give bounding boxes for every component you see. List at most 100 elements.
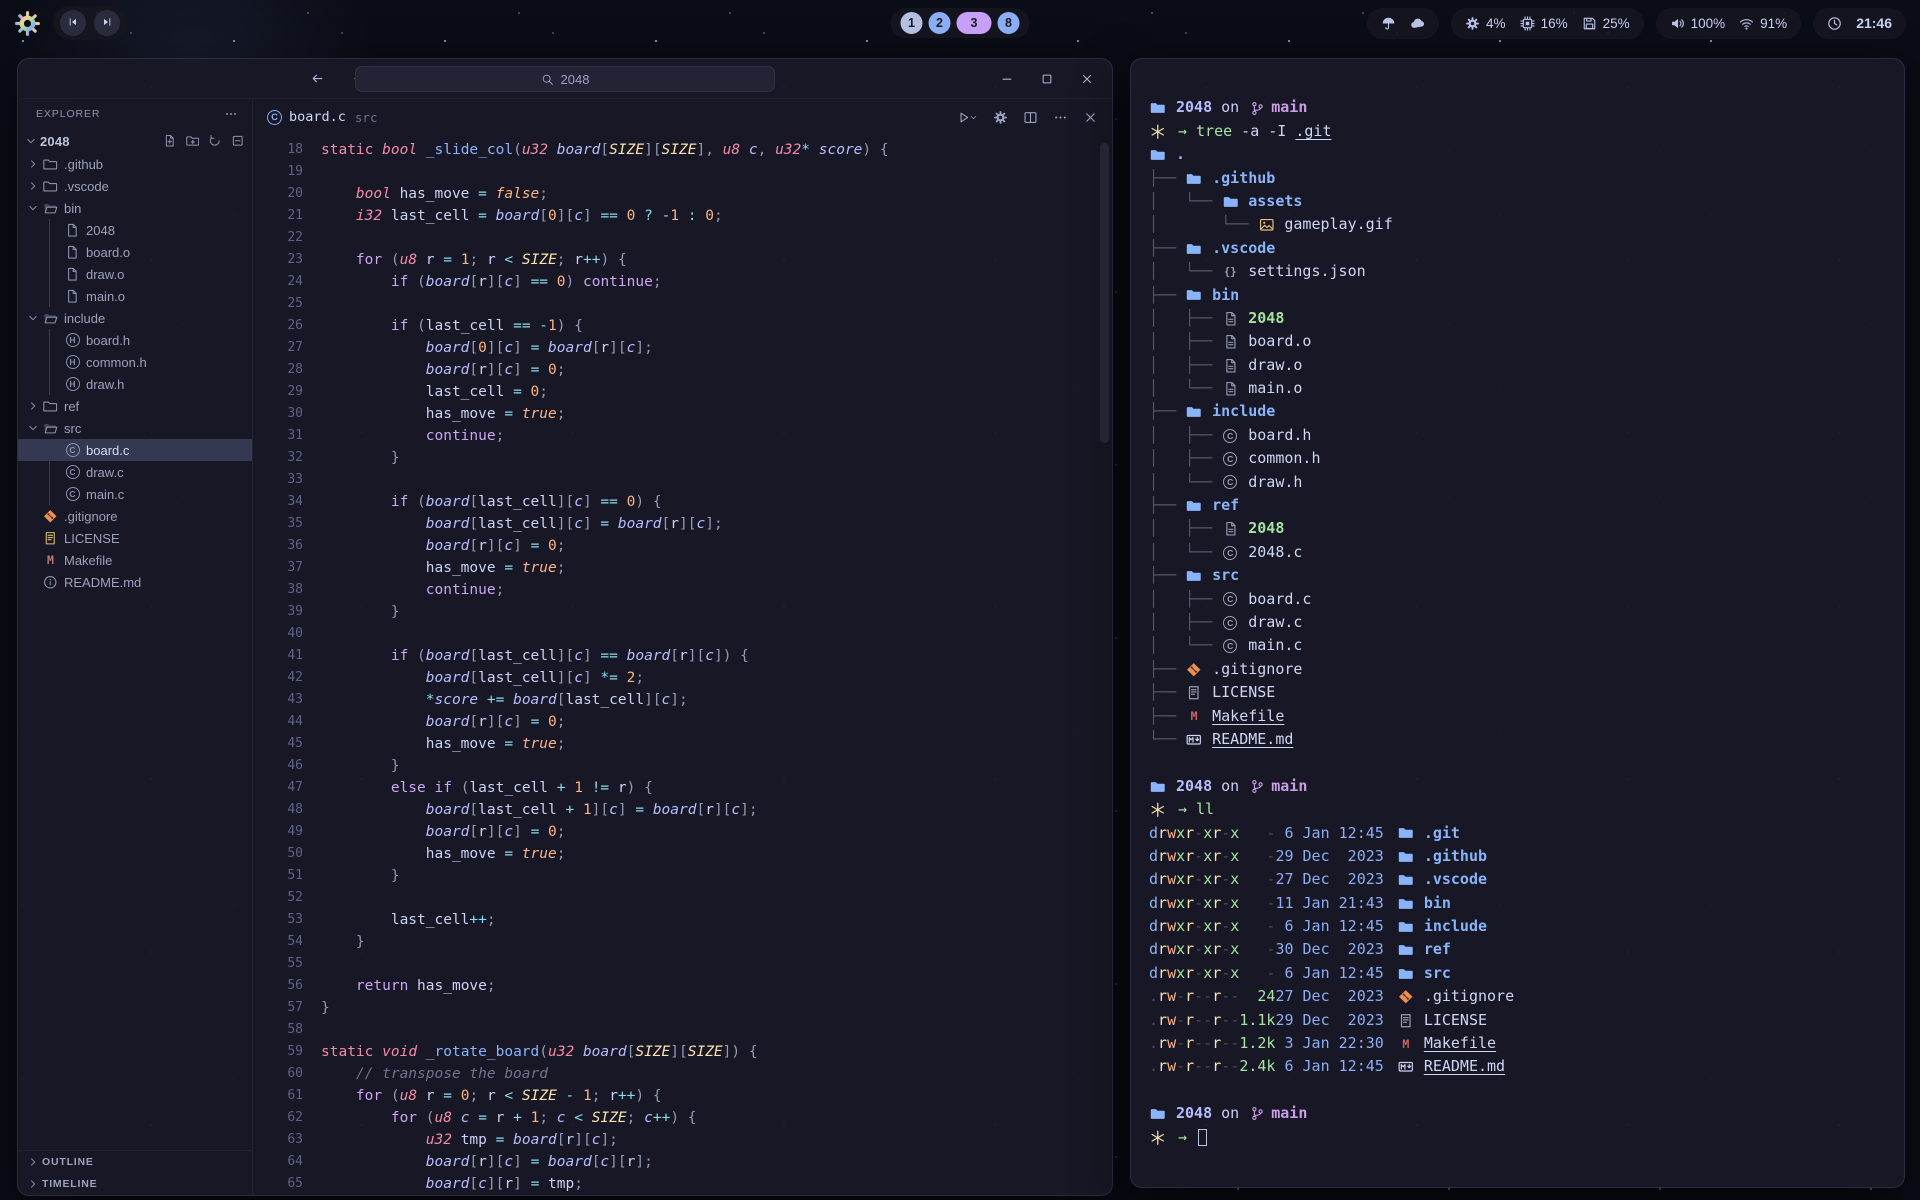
code-line[interactable]: 57} bbox=[253, 997, 1112, 1019]
sidebar-item-Makefile[interactable]: MMakefile bbox=[18, 549, 252, 571]
code-line[interactable]: 58 bbox=[253, 1019, 1112, 1041]
code-line[interactable]: 44 board[r][c] = 0; bbox=[253, 711, 1112, 733]
system-stats-widget[interactable]: 4% 16% 25% bbox=[1451, 8, 1644, 39]
code-line[interactable]: 54 } bbox=[253, 931, 1112, 953]
code-line[interactable]: 62 for (u8 c = r + 1; c < SIZE; c++) { bbox=[253, 1107, 1112, 1129]
explorer-more-icon[interactable] bbox=[224, 107, 238, 121]
workspace-8[interactable]: 8 bbox=[998, 12, 1020, 34]
timeline-section[interactable]: TIMELINE bbox=[18, 1173, 252, 1195]
sidebar-item-board.o[interactable]: board.o bbox=[18, 241, 252, 263]
code-line[interactable]: 19 bbox=[253, 161, 1112, 183]
code-line[interactable]: 52 bbox=[253, 887, 1112, 909]
code-line[interactable]: 26 if (last_cell == -1) { bbox=[253, 315, 1112, 337]
code-line[interactable]: 37 has_move = true; bbox=[253, 557, 1112, 579]
command-center-search[interactable]: 2048 bbox=[355, 66, 775, 92]
code-line[interactable]: 56 return has_move; bbox=[253, 975, 1112, 997]
media-prev-button[interactable] bbox=[60, 10, 86, 36]
code-line[interactable]: 21 i32 last_cell = board[0][c] == 0 ? -1… bbox=[253, 205, 1112, 227]
maximize-button[interactable] bbox=[1040, 72, 1054, 86]
code-line[interactable]: 24 if (board[r][c] == 0) continue; bbox=[253, 271, 1112, 293]
code-line[interactable]: 46 } bbox=[253, 755, 1112, 777]
refresh-explorer-icon[interactable] bbox=[208, 134, 222, 148]
sidebar-item-README.md[interactable]: README.md bbox=[18, 571, 252, 593]
code-line[interactable]: 51 } bbox=[253, 865, 1112, 887]
new-folder-icon[interactable] bbox=[186, 134, 200, 148]
code-line[interactable]: 41 if (board[last_cell][c] == board[r][c… bbox=[253, 645, 1112, 667]
sidebar-item-ref[interactable]: ref bbox=[18, 395, 252, 417]
code-line[interactable]: 34 if (board[last_cell][c] == 0) { bbox=[253, 491, 1112, 513]
sidebar-item-draw.h[interactable]: Hdraw.h bbox=[18, 373, 252, 395]
code-line[interactable]: 63 u32 tmp = board[r][c]; bbox=[253, 1129, 1112, 1151]
sidebar-item-include[interactable]: include bbox=[18, 307, 252, 329]
code-line[interactable]: 31 continue; bbox=[253, 425, 1112, 447]
code-line[interactable]: 49 board[r][c] = 0; bbox=[253, 821, 1112, 843]
outline-section[interactable]: OUTLINE bbox=[18, 1151, 252, 1173]
command-line[interactable]: → bbox=[1149, 1126, 1886, 1149]
code-line[interactable]: 27 board[0][c] = board[r][c]; bbox=[253, 337, 1112, 359]
sidebar-item-src[interactable]: src bbox=[18, 417, 252, 439]
code-line[interactable]: 60 // transpose the board bbox=[253, 1063, 1112, 1085]
close-button[interactable] bbox=[1080, 72, 1094, 86]
code-line[interactable]: 43 *score += board[last_cell][c]; bbox=[253, 689, 1112, 711]
sidebar-item-main.o[interactable]: main.o bbox=[18, 285, 252, 307]
code-line[interactable]: 40 bbox=[253, 623, 1112, 645]
code-line[interactable]: 61 for (u8 r = 0; r < SIZE - 1; r++) { bbox=[253, 1085, 1112, 1107]
code-line[interactable]: 64 board[r][c] = board[c][r]; bbox=[253, 1151, 1112, 1173]
code-line[interactable]: 42 board[last_cell][c] *= 2; bbox=[253, 667, 1112, 689]
sidebar-item-bin[interactable]: bin bbox=[18, 197, 252, 219]
code-line[interactable]: 45 has_move = true; bbox=[253, 733, 1112, 755]
code-line[interactable]: 48 board[last_cell + 1][c] = board[r][c]… bbox=[253, 799, 1112, 821]
code-line[interactable]: 50 has_move = true; bbox=[253, 843, 1112, 865]
close-editor-icon[interactable] bbox=[1083, 110, 1098, 125]
more-actions-icon[interactable] bbox=[1053, 110, 1068, 125]
sidebar-item-draw.c[interactable]: Cdraw.c bbox=[18, 461, 252, 483]
app-launcher-gear-icon[interactable] bbox=[14, 10, 41, 37]
code-editor[interactable]: 18static bool _slide_col(u32 board[SIZE]… bbox=[253, 135, 1112, 1195]
code-line[interactable]: 65 board[c][r] = tmp; bbox=[253, 1173, 1112, 1195]
sidebar-item-.gitignore[interactable]: .gitignore bbox=[18, 505, 252, 527]
workspace-1[interactable]: 1 bbox=[901, 12, 923, 34]
sidebar-item-.vscode[interactable]: .vscode bbox=[18, 175, 252, 197]
code-line[interactable]: 20 bool has_move = false; bbox=[253, 183, 1112, 205]
tab-board.c[interactable]: C board.c src bbox=[267, 109, 377, 125]
sidebar-item-board.h[interactable]: Hboard.h bbox=[18, 329, 252, 351]
workspace-2[interactable]: 2 bbox=[929, 12, 951, 34]
editor-scrollbar[interactable] bbox=[1100, 143, 1109, 443]
run-file-button[interactable] bbox=[956, 110, 978, 125]
code-line[interactable]: 28 board[r][c] = 0; bbox=[253, 359, 1112, 381]
nav-back-icon[interactable] bbox=[310, 71, 325, 86]
terminal-scrollback[interactable]: 2048 on main→tree -a -I .git.├── .github… bbox=[1131, 59, 1904, 1163]
code-line[interactable]: 59static void _rotate_board(u32 board[SI… bbox=[253, 1041, 1112, 1063]
code-line[interactable]: 38 continue; bbox=[253, 579, 1112, 601]
sidebar-item-.github[interactable]: .github bbox=[18, 153, 252, 175]
collapse-folders-icon[interactable] bbox=[231, 134, 245, 148]
split-editor-icon[interactable] bbox=[1023, 110, 1038, 125]
minimize-button[interactable] bbox=[1000, 72, 1014, 86]
new-file-icon[interactable] bbox=[163, 134, 177, 148]
sidebar-item-main.c[interactable]: Cmain.c bbox=[18, 483, 252, 505]
code-line[interactable]: 32 } bbox=[253, 447, 1112, 469]
code-line[interactable]: 18static bool _slide_col(u32 board[SIZE]… bbox=[253, 139, 1112, 161]
code-line[interactable]: 22 bbox=[253, 227, 1112, 249]
code-line[interactable]: 36 board[r][c] = 0; bbox=[253, 535, 1112, 557]
audio-network-widget[interactable]: 100% 91% bbox=[1656, 8, 1802, 39]
code-line[interactable]: 25 bbox=[253, 293, 1112, 315]
project-root-row[interactable]: 2048 bbox=[18, 129, 252, 153]
code-line[interactable]: 55 bbox=[253, 953, 1112, 975]
sidebar-item-draw.o[interactable]: draw.o bbox=[18, 263, 252, 285]
clock-widget[interactable]: 21:46 bbox=[1813, 8, 1906, 39]
code-line[interactable]: 23 for (u8 r = 1; r < SIZE; r++) { bbox=[253, 249, 1112, 271]
sidebar-item-2048[interactable]: 2048 bbox=[18, 219, 252, 241]
media-next-button[interactable] bbox=[94, 10, 120, 36]
sidebar-item-common.h[interactable]: Hcommon.h bbox=[18, 351, 252, 373]
sidebar-item-board.c[interactable]: Cboard.c bbox=[18, 439, 252, 461]
code-line[interactable]: 30 has_move = true; bbox=[253, 403, 1112, 425]
workspace-3[interactable]: 3 bbox=[957, 12, 992, 34]
code-line[interactable]: 33 bbox=[253, 469, 1112, 491]
code-line[interactable]: 53 last_cell++; bbox=[253, 909, 1112, 931]
code-line[interactable]: 35 board[last_cell][c] = board[r][c]; bbox=[253, 513, 1112, 535]
settings-gear-icon[interactable] bbox=[993, 110, 1008, 125]
code-line[interactable]: 39 } bbox=[253, 601, 1112, 623]
code-line[interactable]: 29 last_cell = 0; bbox=[253, 381, 1112, 403]
weather-widget[interactable] bbox=[1367, 8, 1439, 39]
